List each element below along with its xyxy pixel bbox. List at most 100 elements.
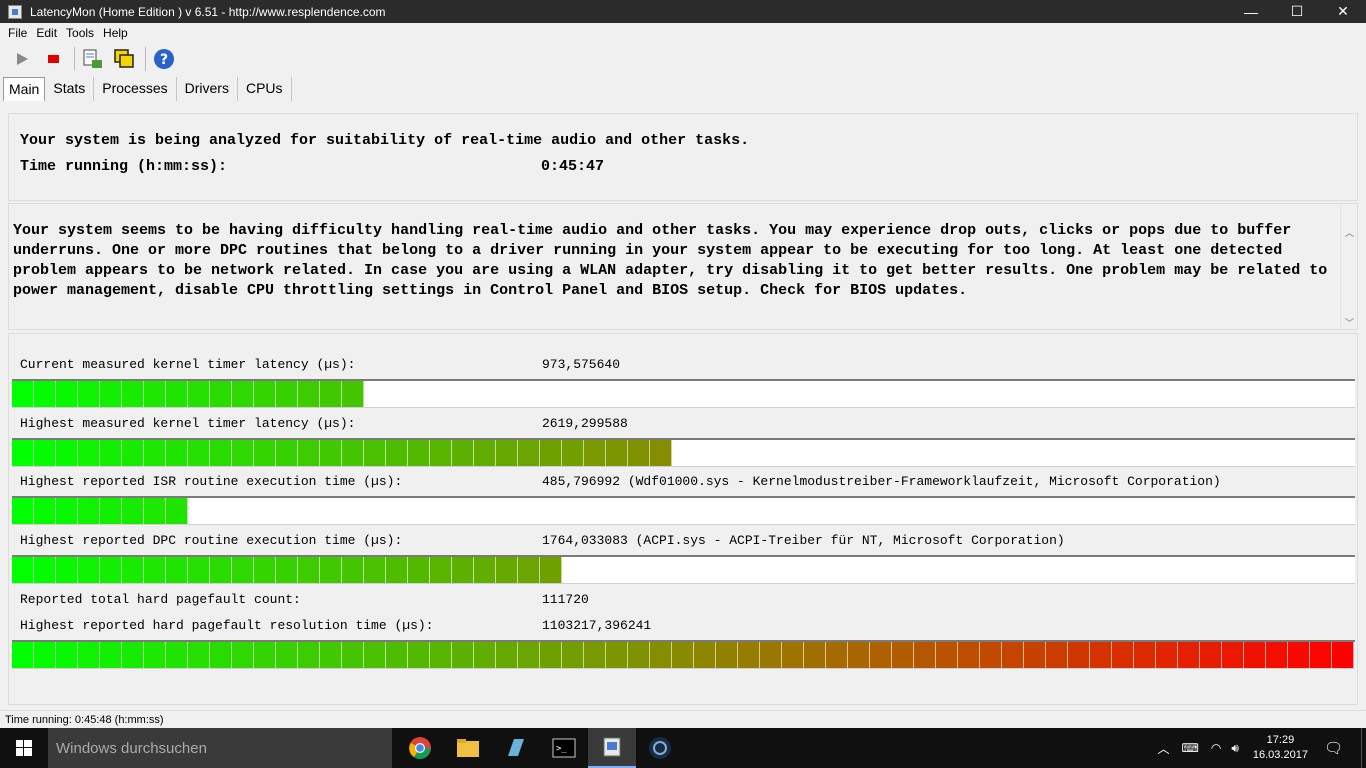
bar-segment [1222,642,1244,668]
bar-segment [1266,642,1288,668]
bar-segment [496,440,518,466]
menu-tools[interactable]: Tools [66,26,94,40]
menu-file[interactable]: File [8,26,27,40]
bar-segment [210,440,232,466]
bar-segment [364,440,386,466]
highest-latency-label: Highest measured kernel timer latency (µ… [20,416,356,431]
bar-segment [452,440,474,466]
tab-stats[interactable]: Stats [45,77,95,101]
notification-icon[interactable]: 🗨︎ [1324,739,1343,757]
bar-segment [562,642,584,668]
bar-segment [166,440,188,466]
start-button[interactable] [8,45,36,73]
bar-segment [254,381,276,407]
minimize-button[interactable]: — [1228,0,1274,23]
clock[interactable]: 17:29 16.03.2017 [1253,733,1308,763]
bar-segment [298,440,320,466]
chrome-icon [409,737,431,760]
bar-segment [100,498,122,524]
taskbar-search-box[interactable]: Windows durchsuchen [48,728,392,768]
terminal-icon: >_ [552,738,576,758]
scroll-up-icon[interactable]: ︿ [1345,224,1354,244]
bar-segment [122,498,144,524]
menu-edit[interactable]: Edit [36,26,57,40]
time-running-value: 0:45:47 [541,158,605,175]
bar-segment [1112,642,1134,668]
show-desktop[interactable] [1361,728,1366,768]
help-button[interactable]: ? [150,45,178,73]
bar-segment [452,642,474,668]
bar-segment [1178,642,1200,668]
bar-segment [1068,642,1090,668]
tab-main[interactable]: Main [3,77,46,101]
bar-segment [144,557,166,583]
verdict-panel[interactable]: Your system seems to be having difficult… [8,203,1358,330]
taskbar-latencymon[interactable] [588,728,636,768]
tab-strip: Main Stats Processes Drivers CPUs [0,74,1366,101]
bar-segment [518,642,540,668]
pagefault-count-value: 111720 [542,592,589,607]
bar-segment [232,557,254,583]
tab-cpus[interactable]: CPUs [238,77,292,101]
bar-segment [232,642,254,668]
dpc-label: Highest reported DPC routine execution t… [20,533,403,548]
bar-segment [166,557,188,583]
start-menu-button[interactable] [0,728,48,768]
bar-segment [78,642,100,668]
bar-segment [320,381,342,407]
taskbar-explorer[interactable] [444,728,492,768]
stop-button[interactable] [39,45,67,73]
bar-segment [320,440,342,466]
copy-button[interactable] [110,45,138,73]
taskbar-audio-app[interactable] [636,728,684,768]
tab-drivers[interactable]: Drivers [177,77,238,101]
bar-segment [1332,642,1354,668]
maximize-button[interactable]: ☐ [1274,0,1320,23]
volume-icon[interactable]: 🔊︎ [1231,741,1239,756]
bar-segment [474,440,496,466]
menu-bar: File Edit Tools Help [0,23,1366,43]
bar-segment [12,381,34,407]
report-button[interactable] [79,45,107,73]
wifi-icon[interactable]: ◠ [1211,741,1221,755]
bar-segment [804,642,826,668]
bar-segment [914,642,936,668]
window-title: LatencyMon (Home Edition ) v 6.51 - http… [30,4,386,19]
bar-segment [144,381,166,407]
bar-segment [188,381,210,407]
bar-segment [782,642,804,668]
bar-segment [430,440,452,466]
tab-processes[interactable]: Processes [94,77,177,101]
verdict-scrollbar[interactable]: ︿ ﹀ [1340,204,1357,329]
bar-segment [1156,642,1178,668]
bar-segment [298,381,320,407]
scroll-down-icon[interactable]: ﹀ [1345,314,1354,334]
bar-segment [386,557,408,583]
pagefault-time-value: 1103217,396241 [542,618,652,633]
bar-segment [650,440,672,466]
taskbar-chrome[interactable] [396,728,444,768]
audio-app-icon [649,737,671,759]
bar-segment [78,440,100,466]
tray-chevron-up-icon[interactable]: ︿ [1158,740,1170,757]
bar-segment [56,498,78,524]
bar-segment [826,642,848,668]
close-button[interactable]: ✕ [1320,0,1366,23]
bar-segment [386,440,408,466]
bar-segment [144,642,166,668]
bar-segment [34,381,56,407]
bar-segment [100,381,122,407]
bar-segment [430,642,452,668]
bar-segment [232,381,254,407]
keyboard-icon[interactable]: ⌨ [1182,741,1199,755]
bar-segment [100,440,122,466]
bar-segment [298,642,320,668]
taskbar-cmd[interactable]: >_ [540,728,588,768]
bar-segment [606,642,628,668]
menu-help[interactable]: Help [103,26,128,40]
highest-latency-bar [12,438,1355,467]
isr-value: 485,796992 (Wdf01000.sys - Kernelmodustr… [542,474,1221,489]
bar-segment [342,381,364,407]
bar-segment [188,642,210,668]
taskbar-app[interactable] [492,728,540,768]
